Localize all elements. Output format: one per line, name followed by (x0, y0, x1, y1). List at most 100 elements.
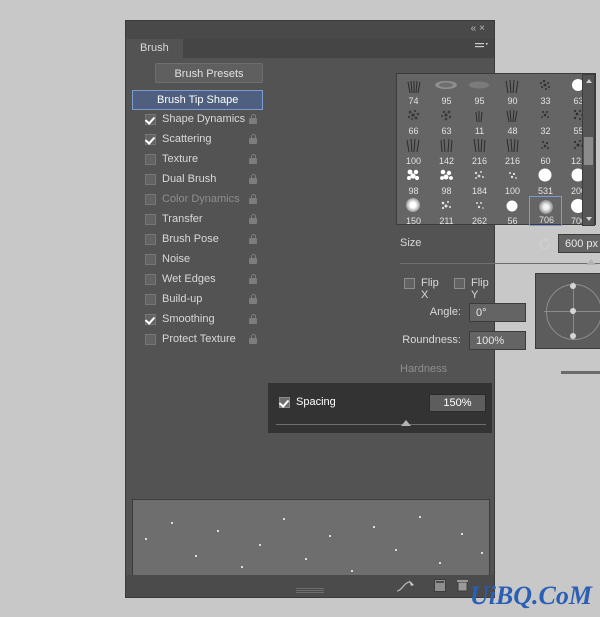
spacing-slider-track[interactable] (276, 424, 486, 425)
roundness-input[interactable]: 100% (469, 331, 526, 350)
brush-tip-cell[interactable]: 150 (397, 196, 430, 226)
brush-size-label: 63 (441, 126, 452, 136)
lock-icon[interactable] (249, 254, 257, 264)
lock-icon[interactable] (249, 314, 257, 324)
brush-size-label: 100 (504, 186, 521, 196)
spacing-checkbox[interactable] (279, 397, 290, 408)
lock-icon[interactable] (249, 154, 257, 164)
option-row-noise[interactable]: Noise (132, 250, 263, 270)
brush-angle-preview[interactable] (535, 273, 600, 349)
scroll-up-arrow-icon[interactable] (586, 79, 592, 83)
brush-tip-cell[interactable]: 95 (430, 76, 463, 106)
brush-tip-cell[interactable]: 216 (463, 136, 496, 166)
brush-tip-cell[interactable]: 98 (397, 166, 430, 196)
brush-tip-cell[interactable]: 262 (463, 196, 496, 226)
pen-pressure-icon[interactable] (396, 579, 416, 593)
brush-tip-cell[interactable]: 48 (496, 106, 529, 136)
lock-icon[interactable] (249, 234, 257, 244)
panel-menu-icon[interactable] (475, 42, 488, 52)
option-checkbox[interactable] (145, 274, 156, 285)
lock-icon[interactable] (249, 334, 257, 344)
size-input[interactable]: 600 px (558, 234, 600, 253)
brush-grid-scrollbar[interactable] (582, 74, 595, 226)
scroll-down-arrow-icon[interactable] (586, 217, 592, 221)
slider-handle[interactable] (586, 259, 596, 265)
tab-brush[interactable]: Brush (126, 39, 183, 58)
lock-icon[interactable] (249, 274, 257, 284)
brush-tip-cell[interactable]: 98 (430, 166, 463, 196)
option-row-shape-dynamics[interactable]: Shape Dynamics (132, 110, 263, 130)
brush-tip-cell[interactable]: 32 (529, 106, 562, 136)
option-checkbox[interactable] (145, 154, 156, 165)
brush-tip-cell[interactable]: 211 (430, 196, 463, 226)
option-checkbox[interactable] (145, 254, 156, 265)
lock-icon[interactable] (249, 174, 257, 184)
brush-tip-cell[interactable]: 11 (463, 106, 496, 136)
brush-tip-cell[interactable]: 56 (496, 196, 529, 226)
brush-tip-cell-selected[interactable]: 706 (529, 196, 562, 226)
delete-brush-icon[interactable] (457, 579, 468, 592)
option-row-brush-pose[interactable]: Brush Pose (132, 230, 263, 250)
option-row-color-dynamics[interactable]: Color Dynamics (132, 190, 263, 210)
brush-size-label: 48 (507, 126, 518, 136)
option-row-brush-tip-shape[interactable]: Brush Tip Shape (132, 90, 263, 110)
brush-tip-cell[interactable]: 90 (496, 76, 529, 106)
brush-tip-cell[interactable]: 60 (529, 136, 562, 166)
brush-tip-cell[interactable]: 142 (430, 136, 463, 166)
option-row-build-up[interactable]: Build-up (132, 290, 263, 310)
option-checkbox[interactable] (145, 294, 156, 305)
collapse-icon[interactable]: « (471, 23, 480, 34)
spacing-control[interactable]: Spacing 150% (268, 383, 492, 433)
option-checkbox[interactable] (145, 174, 156, 185)
spacing-slider-handle[interactable] (401, 420, 411, 426)
option-checkbox[interactable] (145, 214, 156, 225)
lock-icon[interactable] (249, 214, 257, 224)
brush-tip-cell[interactable]: 100 (397, 136, 430, 166)
dock-controls[interactable]: «× (471, 23, 488, 34)
brush-tip-cell[interactable]: 63 (430, 106, 463, 136)
option-row-scattering[interactable]: Scattering (132, 130, 263, 150)
scrollbar-thumb[interactable] (584, 137, 593, 165)
option-checkbox[interactable] (145, 234, 156, 245)
reset-size-icon[interactable] (536, 235, 554, 253)
flip-x-checkbox[interactable] (404, 278, 415, 289)
resize-grip[interactable] (296, 588, 324, 593)
preview-handle-bottom[interactable] (570, 333, 576, 339)
brush-tip-grid[interactable]: 74 95 95 90 33 63 66 63 11 48 32 55 100 … (396, 73, 596, 226)
lock-icon[interactable] (249, 194, 257, 204)
close-icon[interactable]: × (479, 23, 488, 34)
option-checkbox[interactable] (145, 334, 156, 345)
brush-presets-button[interactable]: Brush Presets (155, 63, 263, 83)
lock-icon[interactable] (249, 294, 257, 304)
option-row-smoothing[interactable]: Smoothing (132, 310, 263, 330)
option-checkbox[interactable] (145, 314, 156, 325)
brush-tip-cell[interactable]: 531 (529, 166, 562, 196)
brush-tip-cell[interactable]: 184 (463, 166, 496, 196)
option-label: Build-up (162, 293, 203, 305)
brush-tip-cell[interactable]: 33 (529, 76, 562, 106)
brush-tip-cell[interactable]: 100 (496, 166, 529, 196)
lock-icon[interactable] (249, 114, 257, 124)
spacing-input[interactable]: 150% (429, 394, 486, 412)
flip-y-checkbox[interactable] (454, 278, 465, 289)
option-checkbox[interactable] (145, 114, 156, 125)
brush-tip-cell[interactable]: 95 (463, 76, 496, 106)
option-row-wet-edges[interactable]: Wet Edges (132, 270, 263, 290)
size-slider[interactable] (400, 259, 600, 269)
brush-size-label: 184 (471, 186, 488, 196)
roundness-row: Roundness: 100% (396, 331, 526, 351)
option-row-dual-brush[interactable]: Dual Brush (132, 170, 263, 190)
preview-center-handle[interactable] (570, 308, 576, 314)
option-checkbox[interactable] (145, 134, 156, 145)
brush-tip-cell[interactable]: 74 (397, 76, 430, 106)
brush-tip-cell[interactable]: 66 (397, 106, 430, 136)
brush-tip-cell[interactable]: 216 (496, 136, 529, 166)
option-row-transfer[interactable]: Transfer (132, 210, 263, 230)
lock-icon[interactable] (249, 134, 257, 144)
option-row-texture[interactable]: Texture (132, 150, 263, 170)
option-row-protect-texture[interactable]: Protect Texture (132, 330, 263, 350)
option-checkbox[interactable] (145, 194, 156, 205)
angle-input[interactable]: 0° (469, 303, 526, 322)
new-brush-icon[interactable] (434, 579, 446, 592)
preview-handle-top[interactable] (570, 283, 576, 289)
